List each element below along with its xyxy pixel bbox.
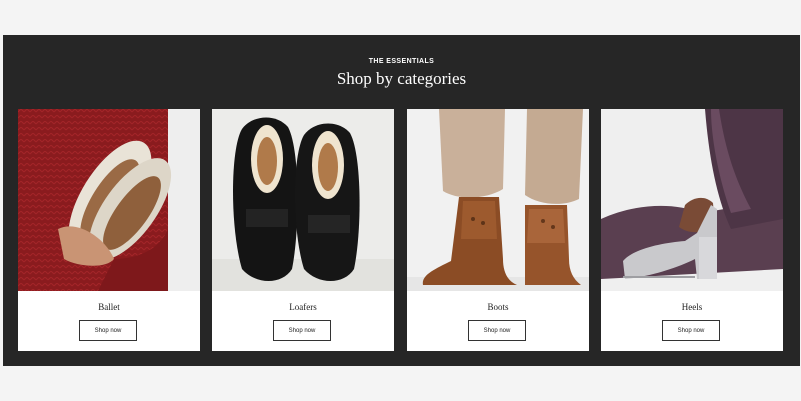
shop-now-button[interactable]: Shop now — [273, 320, 331, 341]
loafers-image[interactable] — [212, 109, 394, 291]
ballet-image[interactable] — [18, 109, 200, 291]
heels-image[interactable] — [601, 109, 783, 291]
category-card-boots[interactable]: Boots Shop now — [407, 109, 589, 351]
category-label: Loafers — [289, 302, 317, 312]
section-title: Shop by categories — [336, 69, 467, 88]
category-card-loafers[interactable]: Loafers Shop now — [212, 109, 394, 351]
category-label: Boots — [487, 302, 509, 312]
shop-now-button[interactable]: Shop now — [468, 320, 526, 341]
section-eyebrow: THE ESSENTIALS — [368, 58, 435, 65]
categories-section: THE ESSENTIALS Shop by categories Ballet… — [3, 35, 800, 366]
shop-now-button[interactable]: Shop now — [79, 320, 137, 341]
category-label: Ballet — [98, 302, 120, 312]
shop-now-button[interactable]: Shop now — [662, 320, 720, 341]
category-card-ballet[interactable]: Ballet Shop now — [18, 109, 200, 351]
category-label: Heels — [681, 302, 703, 312]
boots-image[interactable] — [407, 109, 589, 291]
category-card-heels[interactable]: Heels Shop now — [601, 109, 783, 351]
